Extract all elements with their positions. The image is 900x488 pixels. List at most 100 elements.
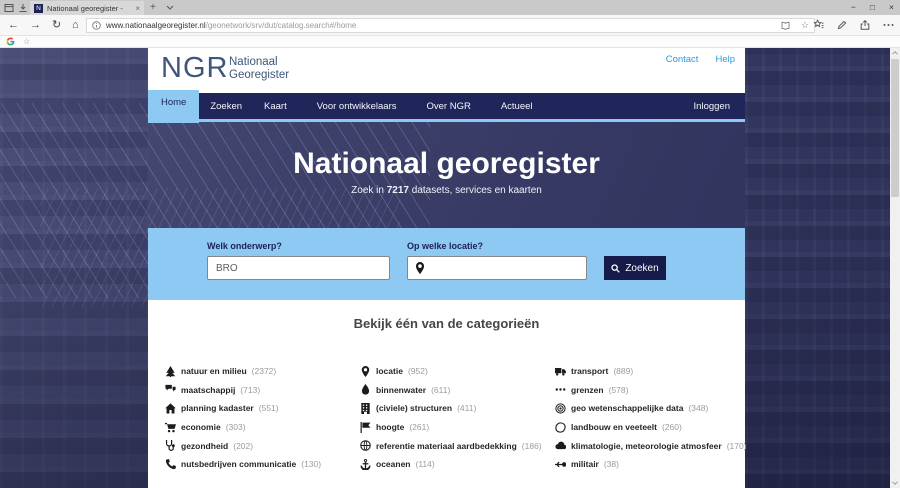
category-label: binnenwater (376, 385, 426, 395)
house-icon (165, 403, 176, 414)
category-item[interactable]: grenzen(578) (555, 381, 747, 400)
page-scrollbar[interactable] (890, 48, 900, 488)
category-count: (114) (416, 459, 435, 469)
category-count: (186) (522, 441, 542, 451)
forward-button[interactable]: → (30, 17, 41, 34)
category-item[interactable]: landbouw en veeteelt(260) (555, 418, 747, 437)
browser-titlebar: N Nationaal georegister - × + − □ × (0, 0, 900, 15)
category-item[interactable]: planning kadaster (551) (165, 399, 321, 418)
category-count: (889) (613, 366, 633, 376)
annotate-pen-icon[interactable] (837, 20, 847, 30)
nav-item-actueel[interactable]: Actueel (490, 93, 544, 119)
hub-favorites-icon[interactable] (813, 19, 824, 30)
category-item[interactable]: maatschappij(713) (165, 381, 321, 400)
category-item[interactable]: gezondheid(202) (165, 436, 321, 455)
home-button[interactable]: ⌂ (72, 17, 79, 34)
google-favicon[interactable] (6, 37, 15, 46)
scroll-up-icon[interactable] (890, 48, 900, 58)
nav-item-over-ngr[interactable]: Over NGR (415, 93, 481, 119)
nav-item-zoeken[interactable]: Zoeken (199, 93, 253, 119)
category-count: (611) (431, 385, 450, 395)
browser-address-row: ← → ↻ ⌂ www.nationaalgeoregister.nl/geon… (0, 15, 900, 36)
category-count: (348) (688, 403, 708, 413)
nav-item-kaart[interactable]: Kaart (253, 93, 298, 119)
category-item[interactable]: transport (889) (555, 362, 747, 381)
tab-title: Nationaal georegister - (47, 4, 131, 13)
reading-view-icon[interactable] (781, 21, 792, 30)
scrollbar-thumb[interactable] (891, 59, 899, 197)
main-navigation: Home Zoeken Kaart Voor ontwikkelaars Ove… (148, 93, 745, 122)
blob-icon (555, 422, 566, 433)
drop-icon (360, 384, 371, 395)
category-item[interactable]: geo wetenschappelijke data (348) (555, 399, 747, 418)
maximize-button[interactable]: □ (870, 0, 875, 15)
site-header: NGR Nationaal Georegister Contact Help (148, 48, 745, 93)
category-count: (261) (409, 422, 429, 432)
share-icon[interactable] (860, 20, 870, 30)
category-label: transport (571, 366, 608, 376)
cloud-icon (555, 440, 566, 451)
topic-label: Welk onderwerp? (207, 241, 282, 251)
category-item[interactable]: natuur en milieu (2372) (165, 362, 321, 381)
dots-icon (555, 384, 566, 395)
category-label: militair (571, 459, 599, 469)
tab-preview-chevron-icon[interactable] (166, 5, 174, 10)
search-button[interactable]: Zoeken (604, 256, 666, 280)
address-bar[interactable]: www.nationaalgeoregister.nl/geonetwork/s… (86, 18, 815, 33)
category-label: natuur en milieu (181, 366, 247, 376)
category-count: (578) (609, 385, 629, 395)
category-item[interactable]: hoogte (261) (360, 418, 542, 437)
page-title: Nationaal georegister (148, 147, 745, 181)
category-count: (130) (301, 459, 321, 469)
login-link[interactable]: Inloggen (679, 93, 745, 119)
category-count: (202) (233, 441, 253, 451)
category-item[interactable]: militair(38) (555, 455, 747, 474)
category-count: (551) (259, 403, 279, 413)
minimize-button[interactable]: − (851, 0, 856, 15)
category-count: (411) (457, 403, 476, 413)
building-icon (360, 403, 371, 414)
category-item[interactable]: klimatologie, meteorologie atmosfeer(170… (555, 436, 747, 455)
nav-item-voor-ontwikkelaars[interactable]: Voor ontwikkelaars (306, 93, 408, 119)
categories-title: Bekijk één van de categorieën (148, 316, 745, 331)
category-label: referentie materiaal aardbedekking (376, 441, 517, 451)
cart-icon (165, 422, 176, 433)
new-tab-button[interactable]: + (150, 0, 156, 15)
search-panel: Welk onderwerp? Op welke locatie? Zoeken (148, 228, 745, 300)
category-item[interactable]: (civiele) structuren(411) (360, 399, 542, 418)
category-item[interactable]: economie (303) (165, 418, 321, 437)
close-button[interactable]: × (889, 0, 894, 15)
favorites-bar-star-icon[interactable]: ☆ (23, 37, 30, 47)
tree-icon (165, 366, 176, 377)
refresh-button[interactable]: ↻ (52, 17, 61, 34)
info-icon[interactable] (92, 21, 101, 30)
truck-icon (555, 366, 566, 377)
help-link[interactable]: Help (715, 54, 735, 65)
more-options-icon[interactable] (883, 23, 894, 27)
globe-icon (360, 440, 371, 451)
scroll-down-icon[interactable] (890, 478, 900, 488)
category-count: (303) (226, 422, 246, 432)
category-item[interactable]: binnenwater (611) (360, 381, 542, 400)
category-label: planning kadaster (181, 403, 254, 413)
category-label: hoogte (376, 422, 404, 432)
topic-input[interactable] (207, 256, 390, 280)
set-tabs-aside-icon[interactable] (18, 3, 28, 13)
speech-icon (165, 384, 176, 395)
category-item[interactable]: oceanen(114) (360, 455, 542, 474)
category-item[interactable]: referentie materiaal aardbedekking (186) (360, 436, 542, 455)
location-input[interactable] (407, 256, 587, 280)
browser-tab[interactable]: N Nationaal georegister - × (30, 1, 144, 15)
contact-link[interactable]: Contact (666, 54, 699, 65)
category-label: economie (181, 422, 221, 432)
tab-preview-icon[interactable] (4, 3, 14, 13)
tab-close-icon[interactable]: × (135, 4, 140, 13)
category-item[interactable]: locatie(952) (360, 362, 542, 381)
category-count: (2372) (252, 366, 277, 376)
category-label: geo wetenschappelijke data (571, 403, 683, 413)
back-button[interactable]: ← (8, 17, 19, 34)
nav-item-home[interactable]: Home (148, 90, 199, 123)
category-item[interactable]: nutsbedrijven communicatie(130) (165, 455, 321, 474)
ngr-logo[interactable]: NGR (161, 52, 228, 85)
add-favorite-star-icon[interactable]: ☆ (801, 20, 809, 31)
